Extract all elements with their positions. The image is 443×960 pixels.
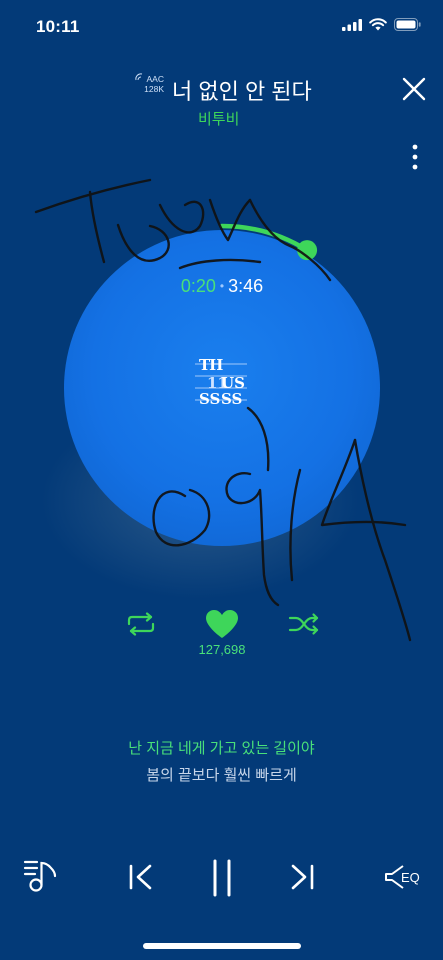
shuffle-icon[interactable] [287,612,321,636]
progress-knob[interactable] [297,240,318,261]
close-icon[interactable] [401,76,427,102]
status-time: 10:11 [36,17,80,36]
pause-icon[interactable] [205,858,239,898]
like-count: 127,698 [198,642,246,657]
current-time: 0:20 [180,276,216,296]
equalizer-button[interactable]: EQ [383,862,423,892]
album-logo: TH 11 US SS SS [195,356,247,408]
song-title: 너 없인 안 된다 [172,79,312,104]
logo-text-4: SS [199,390,220,408]
playback-time: 0:20 • 3:46 [64,276,380,297]
quality-codec: AAC [146,74,164,84]
time-separator: • [219,279,225,293]
home-indicator[interactable] [143,943,301,949]
previous-track-icon[interactable] [126,862,156,892]
quality-bitrate: 128K [144,83,164,94]
more-options-icon[interactable] [405,143,425,171]
heart-icon[interactable] [204,608,240,640]
battery-icon [394,18,421,31]
repeat-icon[interactable] [124,612,158,636]
audio-quality-badge: AAC 128K [135,73,166,101]
lyric-next-line[interactable]: 봄의 끝보다 훨씬 빠르게 [0,764,443,785]
logo-text-5: SS [221,390,242,408]
progress-arc [219,223,310,253]
status-icons [342,18,421,31]
signal-icon [342,18,362,31]
equalizer-label: EQ [401,870,420,885]
playlist-icon[interactable] [23,858,61,894]
logo-text-1: TH [199,356,223,374]
wifi-icon [369,18,387,31]
next-track-icon[interactable] [287,862,317,892]
total-time: 3:46 [228,276,264,296]
lyric-current-line[interactable]: 난 지금 네게 가고 있는 길이야 [0,737,443,758]
artist-name[interactable]: 비투비 [198,108,239,129]
